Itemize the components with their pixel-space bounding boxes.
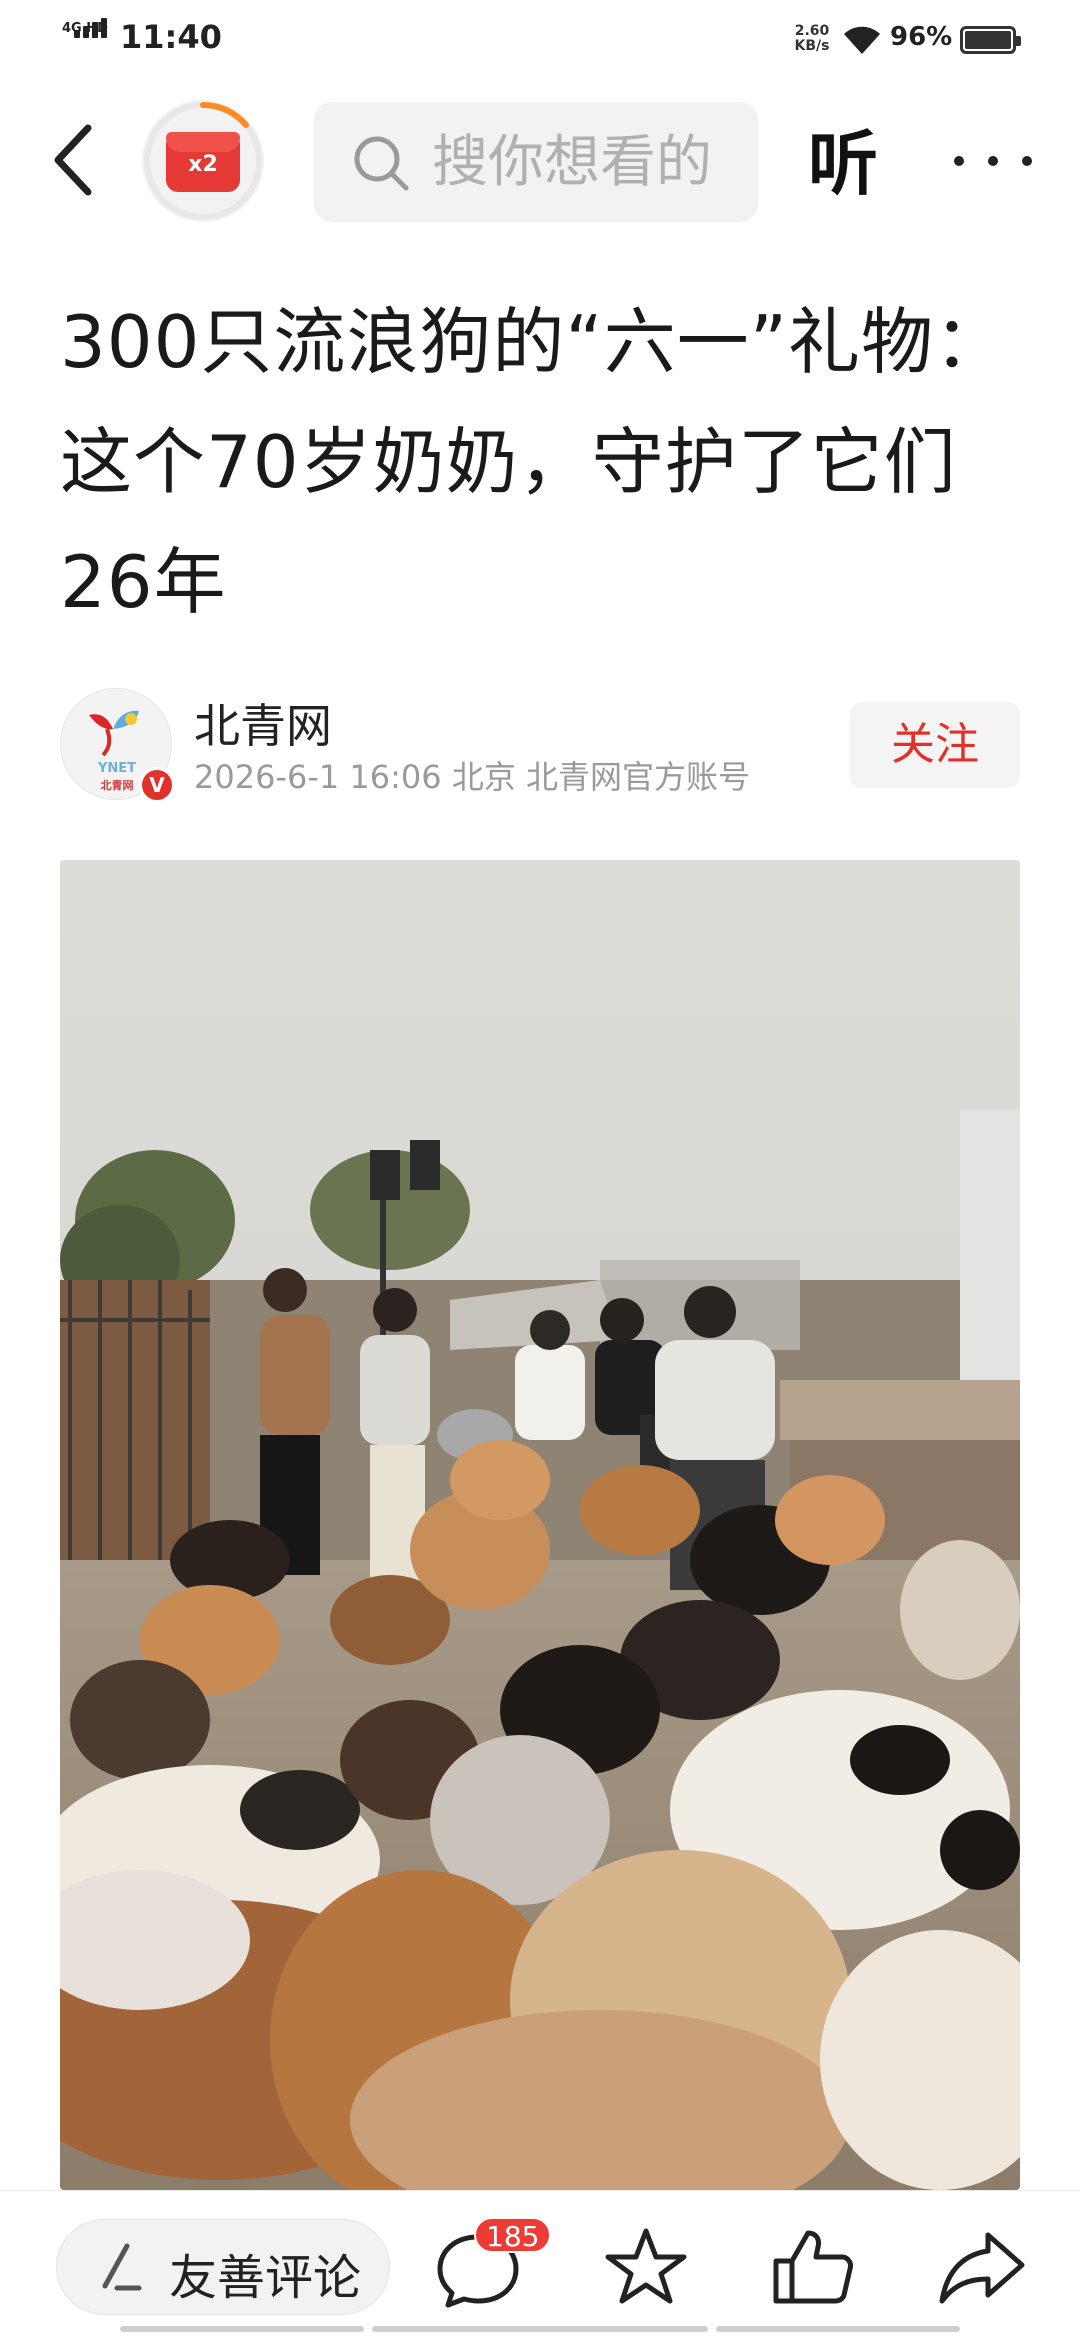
pen-icon: [102, 2243, 142, 2291]
comment-count-badge: 185: [474, 2217, 552, 2253]
network-speed-value: 2.60: [794, 23, 830, 39]
author-name[interactable]: 北青网: [194, 690, 332, 756]
share-icon: [939, 2232, 1025, 2304]
signal-icon: 4G HD: [62, 18, 114, 58]
top-nav-bar: x2 听: [0, 90, 1080, 230]
network-speed: 2.60 KB/s: [792, 24, 832, 54]
verified-badge: V: [139, 767, 175, 803]
red-packet-icon: x2: [166, 132, 240, 192]
like-button[interactable]: [764, 2219, 860, 2315]
wifi-icon: [842, 26, 882, 56]
clock: 11:40: [120, 18, 222, 56]
battery-icon: [960, 26, 1021, 54]
follow-button[interactable]: 关注: [850, 702, 1020, 788]
favorite-button[interactable]: [598, 2219, 694, 2315]
article-photo[interactable]: [60, 860, 1020, 2190]
search-bar[interactable]: [314, 102, 758, 222]
search-input[interactable]: [432, 122, 752, 202]
comment-placeholder: 友善评论: [169, 2250, 362, 2306]
star-icon: [605, 2228, 687, 2304]
battery-percent: 96%: [890, 22, 953, 52]
back-arrow-icon: [54, 124, 92, 196]
article-title: 300只流浪狗的“六一”礼物：这个70岁奶奶，守护了它们26年: [60, 300, 1008, 624]
more-button[interactable]: [950, 130, 1040, 190]
scroll-indicator: [716, 2326, 960, 2332]
search-icon: [354, 136, 409, 191]
listen-button[interactable]: 听: [808, 108, 878, 209]
bottom-action-bar: 友善评论 185: [0, 2190, 1080, 2340]
back-button[interactable]: [40, 120, 110, 200]
author-row: YNET 北青网 V 北青网 2026-6-1 16:06 北京 北青网官方账号…: [60, 684, 1020, 804]
ynet-logo-icon: [89, 710, 139, 757]
network-speed-unit: KB/s: [794, 38, 830, 54]
like-icon: [773, 2230, 853, 2304]
author-meta: 2026-6-1 16:06 北京 北青网官方账号: [194, 758, 750, 796]
author-avatar[interactable]: YNET 北青网 V: [60, 688, 175, 803]
reward-badge-button[interactable]: x2: [142, 100, 264, 222]
scroll-indicator: [120, 2326, 364, 2332]
dogs-photo: [60, 860, 1020, 2190]
share-button[interactable]: [934, 2219, 1030, 2315]
scroll-indicator: [372, 2326, 708, 2332]
status-bar: 4G HD 11:40 2.60 KB/s 96%: [0, 0, 1080, 80]
reward-multiplier: x2: [188, 152, 218, 177]
more-dots-icon: [954, 156, 964, 166]
comment-input[interactable]: 友善评论: [56, 2219, 390, 2315]
